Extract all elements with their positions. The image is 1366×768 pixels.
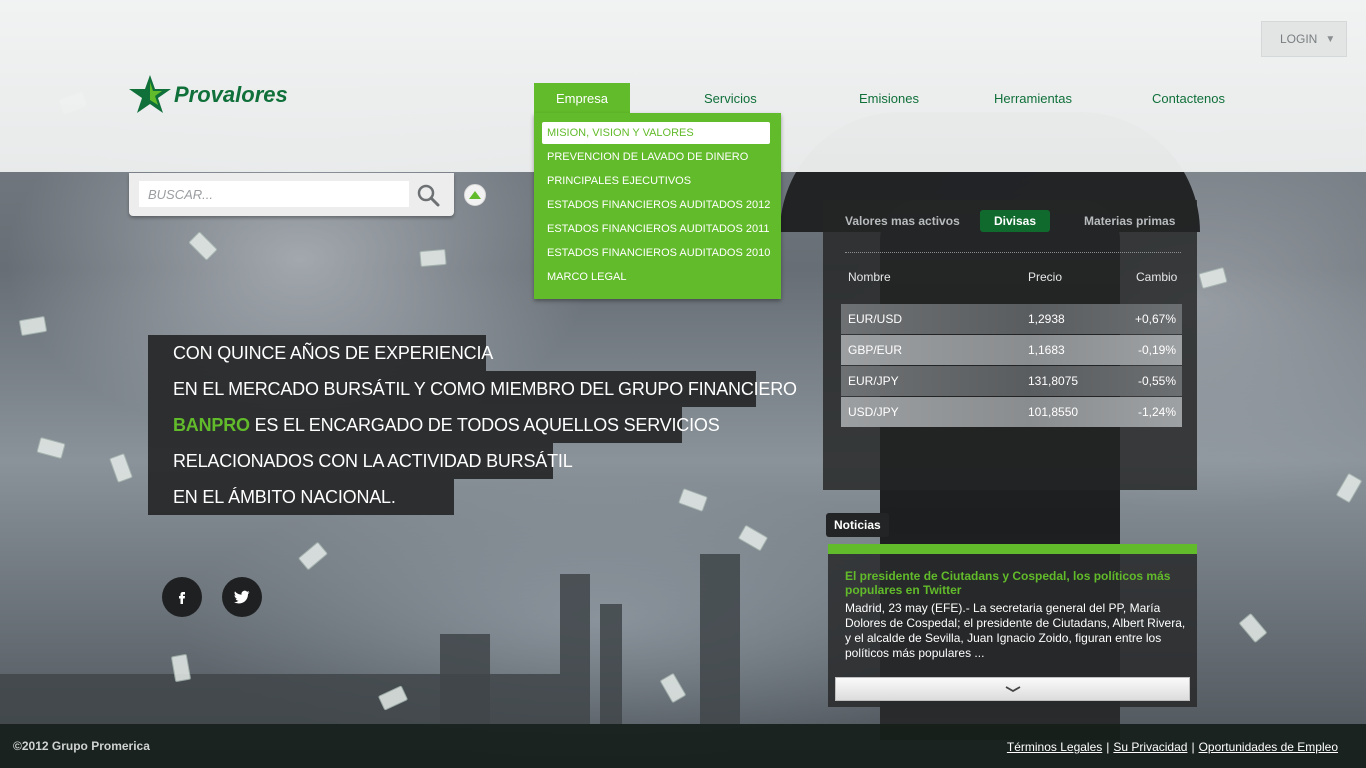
search-bar <box>129 173 454 216</box>
star-logo-icon <box>129 75 171 113</box>
hero-line-4: RELACIONADOS CON LA ACTIVIDAD BURSÁTIL <box>148 443 573 479</box>
twitter-button[interactable] <box>222 577 262 617</box>
twitter-icon <box>234 590 250 604</box>
tab-divider <box>845 252 1181 253</box>
market-panel: Valores mas activos Divisas Materias pri… <box>823 200 1197 490</box>
table-row: USD/JPY 101,8550 -1,24% <box>841 397 1182 427</box>
cell-change: -0,55% <box>1137 374 1176 388</box>
brand-name: Provalores <box>174 82 288 107</box>
brand-logo[interactable]: Provalores <box>128 74 288 114</box>
cell-change: -0,19% <box>1137 343 1176 357</box>
dropdown-item-marco-legal[interactable]: MARCO LEGAL <box>542 266 770 288</box>
news-headline[interactable]: El presidente de Ciutadans y Cospedal, l… <box>845 569 1185 597</box>
search-icon[interactable] <box>415 182 441 208</box>
footer-separator: | <box>1191 740 1195 754</box>
nav-item-herramientas[interactable]: Herramientas <box>994 83 1072 113</box>
cell-name: GBP/EUR <box>848 343 903 357</box>
city-building <box>600 604 622 724</box>
city-building <box>560 574 590 724</box>
table-row: EUR/USD 1,2938 +0,67% <box>841 304 1182 334</box>
empresa-dropdown-menu: MISION, VISION Y VALORES PREVENCION DE L… <box>534 113 781 299</box>
dropdown-item-prevencion[interactable]: PREVENCION DE LAVADO DE DINERO <box>542 146 770 168</box>
nav-item-emisiones[interactable]: Emisiones <box>859 83 919 113</box>
facebook-button[interactable] <box>162 577 202 617</box>
news-expand-button[interactable] <box>835 677 1190 701</box>
cell-change: -1,24% <box>1137 405 1176 419</box>
table-row: EUR/JPY 131,8075 -0,55% <box>841 366 1182 396</box>
cell-price: 101,8550 <box>1028 405 1079 419</box>
site-footer: ©2012 Grupo Promerica Términos Legales | S… <box>0 724 1366 768</box>
hero-brand-accent: BANPRO <box>173 415 250 435</box>
cell-change: +0,67% <box>1134 312 1176 326</box>
nav-item-contactenos[interactable]: Contactenos <box>1152 83 1225 113</box>
hero-line-2: EN EL MERCADO BURSÁTIL Y COMO MIEMBRO DE… <box>148 371 797 407</box>
cell-price: 1,1683 <box>1028 343 1065 357</box>
cell-name: EUR/USD <box>848 312 903 326</box>
login-button[interactable]: LOGIN ▼ <box>1261 21 1347 57</box>
hero-line-5: EN EL ÁMBITO NACIONAL. <box>148 479 454 515</box>
dropdown-item-ejecutivos[interactable]: PRINCIPALES EJECUTIVOS <box>542 170 770 192</box>
footer-link-privacidad[interactable]: Su Privacidad <box>1113 740 1187 754</box>
tab-materias-primas[interactable]: Materias primas <box>1084 210 1175 232</box>
tab-divisas[interactable]: Divisas <box>980 210 1051 232</box>
cell-name: USD/JPY <box>848 405 899 419</box>
column-header-change: Cambio <box>1136 270 1178 284</box>
nav-item-servicios[interactable]: Servicios <box>704 83 757 113</box>
facebook-icon <box>179 592 185 604</box>
table-row: GBP/EUR 1,1683 -0,19% <box>841 335 1182 365</box>
caret-down-icon: ▼ <box>1325 33 1336 45</box>
dropdown-item-estados-2010[interactable]: ESTADOS FINANCIEROS AUDITADOS 2010 <box>542 242 770 264</box>
cell-price: 131,8075 <box>1028 374 1079 388</box>
dropdown-item-estados-2011[interactable]: ESTADOS FINANCIEROS AUDITADOS 2011 <box>542 218 770 240</box>
copyright-text: ©2012 Grupo Promerica <box>13 739 150 753</box>
footer-links: Términos Legales | Su Privacidad | Oportunid… <box>1007 740 1338 754</box>
collapse-search-button[interactable] <box>464 184 486 206</box>
hero-line-3: BANPRO ES EL ENCARGADO DE TODOS AQUELLOS… <box>148 407 720 443</box>
news-panel: El presidente de Ciutadans y Cospedal, l… <box>828 544 1197 707</box>
chevron-up-icon <box>469 191 481 199</box>
footer-link-terminos[interactable]: Términos Legales <box>1007 740 1102 754</box>
news-label: Noticias <box>826 513 889 537</box>
column-header-name: Nombre <box>848 270 891 284</box>
hero-line-1: CON QUINCE AÑOS DE EXPERIENCIA <box>148 335 493 371</box>
cell-name: EUR/JPY <box>848 374 899 388</box>
dropdown-item-mision[interactable]: MISION, VISION Y VALORES <box>542 122 770 144</box>
hero-line-3-text: ES EL ENCARGADO DE TODOS AQUELLOS SERVIC… <box>249 415 720 435</box>
city-skyline <box>0 674 560 724</box>
city-building <box>700 554 740 724</box>
column-header-price: Precio <box>1028 270 1063 284</box>
login-label: LOGIN <box>1280 32 1318 46</box>
chevron-down-icon <box>1005 686 1020 692</box>
cell-price: 1,2938 <box>1028 312 1065 326</box>
dropdown-item-estados-2012[interactable]: ESTADOS FINANCIEROS AUDITADOS 2012 <box>542 194 770 216</box>
search-input[interactable] <box>139 181 409 207</box>
footer-link-empleo[interactable]: Oportunidades de Empleo <box>1199 740 1338 754</box>
news-body: Madrid, 23 may (EFE).- La secretaria gen… <box>845 601 1186 660</box>
nav-item-empresa[interactable]: Empresa <box>534 83 630 113</box>
tab-valores-activos[interactable]: Valores mas activos <box>845 210 960 232</box>
money-bill <box>419 248 447 268</box>
footer-separator: | <box>1106 740 1110 754</box>
